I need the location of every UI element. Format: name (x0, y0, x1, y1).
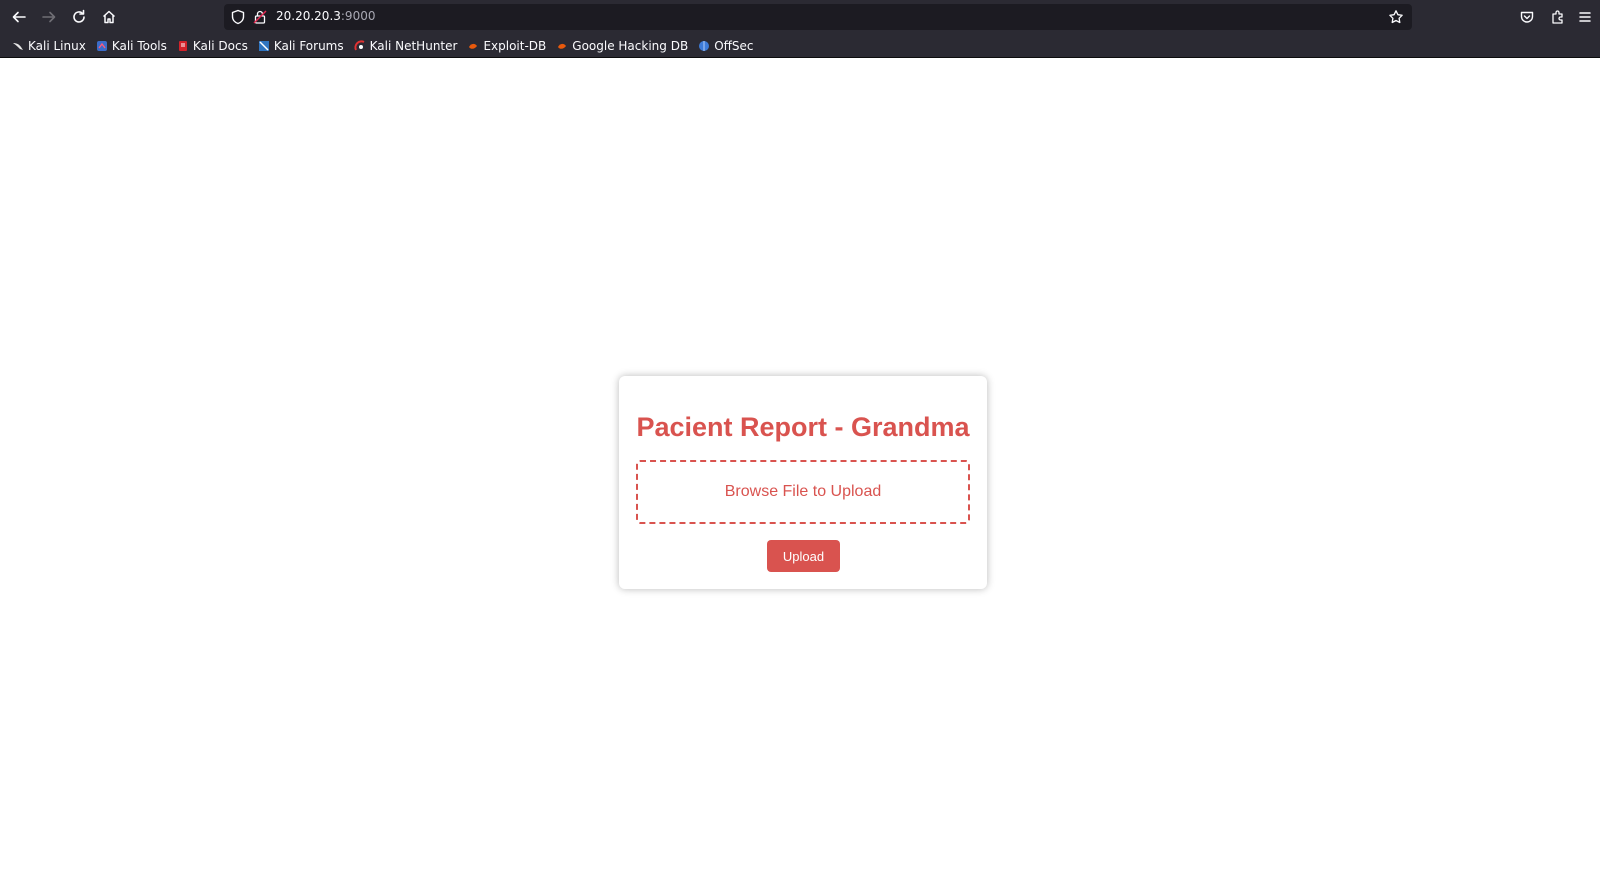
bookmark-kali-tools[interactable]: Kali Tools (92, 36, 171, 56)
forward-arrow-icon (42, 11, 56, 23)
pocket-icon (1520, 11, 1534, 23)
bookmark-label: Exploit-DB (483, 38, 547, 53)
home-button[interactable] (94, 2, 124, 32)
reload-button[interactable] (64, 2, 94, 32)
upload-card: Pacient Report - Grandma Browse File to … (619, 376, 987, 589)
puzzle-piece-icon (1552, 10, 1563, 24)
back-button[interactable] (4, 2, 34, 32)
bookmark-offsec[interactable]: OffSec (694, 36, 757, 56)
exploit-db-icon (469, 43, 478, 49)
bookmark-kali-nethunter[interactable]: Kali NetHunter (350, 36, 462, 56)
forward-button[interactable] (34, 2, 64, 32)
bookmark-google-hacking-db[interactable]: Google Hacking DB (552, 36, 692, 56)
bookmark-kali-docs[interactable]: Kali Docs (173, 36, 252, 56)
extensions-button[interactable] (1543, 2, 1573, 32)
bookmark-label: OffSec (714, 38, 754, 53)
browser-toolbar: 20.20.20.3:9000 (0, 0, 1600, 34)
url-host: 20.20.20.3 (276, 9, 341, 23)
bookmark-label: Kali NetHunter (369, 38, 458, 53)
back-arrow-icon (12, 11, 26, 23)
kali-docs-icon (178, 40, 187, 51)
kali-forums-icon (258, 40, 269, 51)
ghdb-icon (558, 43, 567, 49)
url-port: :9000 (340, 9, 376, 23)
app-menu-button[interactable] (1570, 2, 1600, 32)
upload-button[interactable]: Upload (767, 540, 840, 572)
page-title: Pacient Report - Grandma (636, 412, 970, 442)
tracking-protection-shield-icon[interactable] (230, 9, 246, 25)
bookmark-exploit-db[interactable]: Exploit-DB (463, 36, 550, 56)
dropzone-label: Browse File to Upload (724, 483, 882, 500)
bookmark-kali-linux[interactable]: Kali Linux (8, 36, 90, 56)
kali-nethunter-icon (354, 39, 365, 50)
bookmark-label: Google Hacking DB (572, 38, 689, 53)
bookmark-star-icon[interactable] (1388, 9, 1404, 25)
address-bar[interactable]: 20.20.20.3:9000 (224, 4, 1412, 30)
url-text[interactable]: 20.20.20.3:9000 (276, 9, 375, 23)
reload-icon (73, 9, 85, 23)
file-browse-dropzone[interactable]: Browse File to Upload (636, 460, 970, 524)
hamburger-menu-icon (1579, 12, 1591, 22)
insecure-lock-icon[interactable] (252, 9, 268, 25)
home-icon (102, 10, 116, 24)
kali-tools-icon (96, 40, 107, 51)
offsec-icon (699, 40, 710, 51)
pocket-button[interactable] (1512, 2, 1542, 32)
bookmark-label: Kali Docs (192, 38, 248, 53)
bookmark-label: Kali Forums (273, 38, 344, 53)
bookmarks-toolbar: Kali Linux Kali Tools Kali Docs Kali For… (0, 34, 1600, 58)
bookmark-label: Kali Linux (28, 38, 86, 53)
bookmark-label: Kali Tools (111, 38, 167, 53)
bookmark-kali-forums[interactable]: Kali Forums (254, 36, 348, 56)
kali-dragon-icon (13, 42, 23, 50)
